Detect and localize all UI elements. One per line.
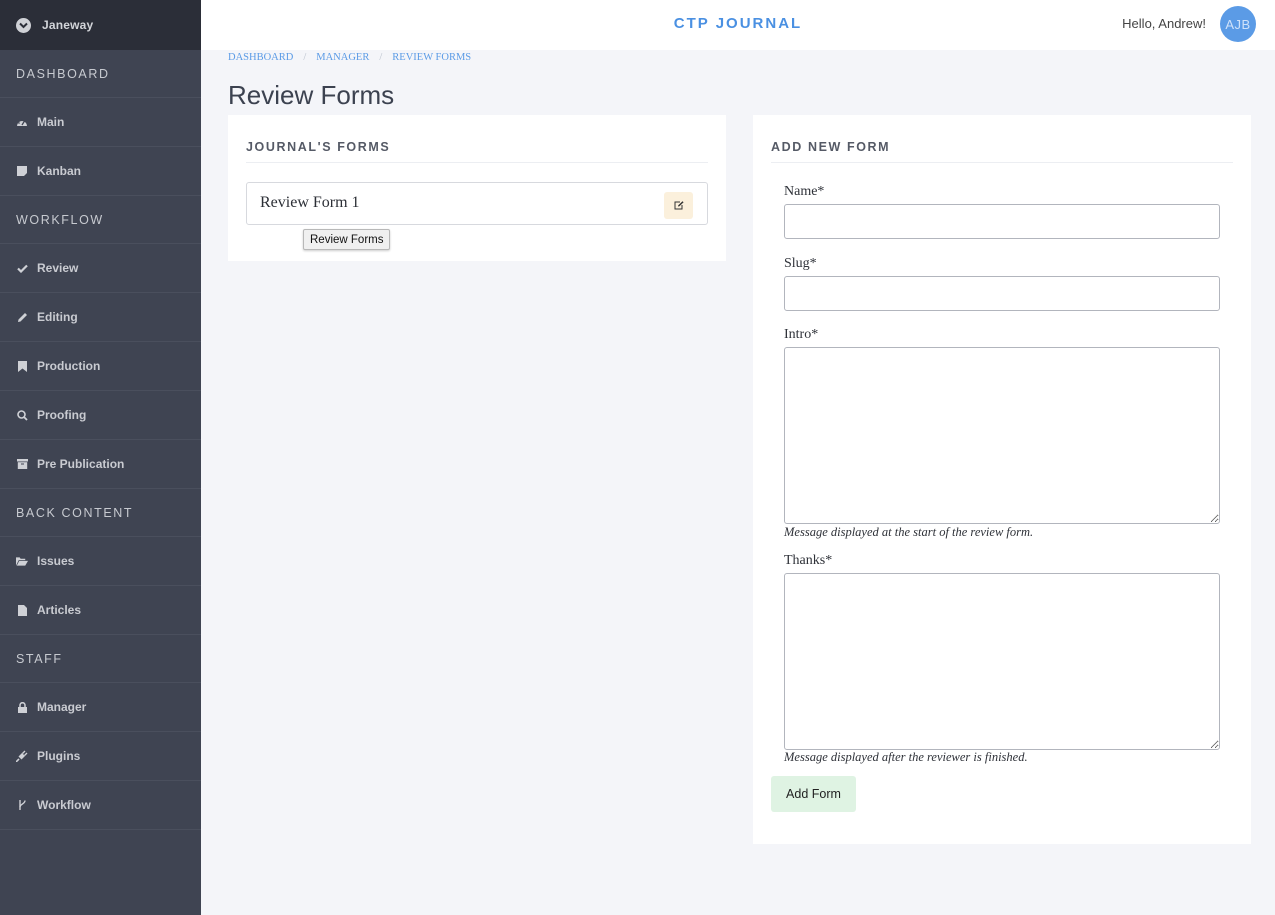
nav-heading-staff: STAFF [0,635,201,683]
folder-open-icon [16,555,28,567]
nav-heading-workflow: WORKFLOW [0,196,201,244]
pencil-icon [16,311,28,323]
breadcrumb-review-forms[interactable]: REVIEW FORMS [392,52,471,63]
thanks-textarea[interactable] [784,573,1220,750]
sidebar-item-label: Editing [37,310,78,324]
add-form-heading: ADD NEW FORM [771,140,1233,163]
check-icon [16,262,28,274]
intro-label: Intro* [784,327,819,342]
sidebar-item-label: Review [37,261,79,275]
slug-label: Slug* [784,256,817,271]
intro-textarea[interactable] [784,347,1220,524]
tooltip: Review Forms [303,229,391,250]
brand-label: Janeway [42,18,94,32]
journal-title[interactable]: CTP JOURNAL [201,15,1275,32]
chevron-circle-down-icon [16,17,31,33]
sidebar-item-issues[interactable]: Issues [0,537,201,586]
journal-forms-heading: JOURNAL'S FORMS [246,140,708,163]
thanks-help-text: Message displayed after the reviewer is … [784,750,1028,764]
nav-heading-dashboard: DASHBOARD [0,50,201,98]
bookmark-icon [16,360,28,372]
name-label: Name* [784,184,825,199]
sticky-note-icon [16,165,28,177]
form-name: Review Form 1 [260,194,360,211]
sidebar-item-plugins[interactable]: Plugins [0,732,201,781]
nav-heading-back-content: BACK CONTENT [0,489,201,537]
sidebar-item-editing[interactable]: Editing [0,293,201,342]
sidebar-item-label: Proofing [37,408,87,422]
topbar: CTP JOURNAL Hello, Andrew! AJB [201,0,1275,50]
name-input[interactable] [784,204,1220,239]
breadcrumb-separator: / [303,52,307,63]
breadcrumb-dashboard[interactable]: DASHBOARD [228,52,293,63]
sidebar-item-pre-publication[interactable]: Pre Publication [0,440,201,489]
file-icon [16,604,28,616]
user-greeting: Hello, Andrew! [1122,16,1206,31]
sidebar-item-proofing[interactable]: Proofing [0,391,201,440]
sidebar: Janeway DASHBOARD Main Kanban WORKFLOW R… [0,0,201,915]
sidebar-item-label: Production [37,359,101,373]
sidebar-item-label: Pre Publication [37,457,125,471]
sidebar-item-manager[interactable]: Manager [0,683,201,732]
thanks-label: Thanks* [784,553,833,568]
search-icon [16,409,28,421]
breadcrumb: DASHBOARD / MANAGER / REVIEW FORMS [228,52,471,63]
sidebar-item-review[interactable]: Review [0,244,201,293]
page-title: Review Forms [228,80,395,110]
sidebar-item-workflow[interactable]: Workflow [0,781,201,830]
sidebar-item-kanban[interactable]: Kanban [0,147,201,196]
list-item: Review Form 1 [246,182,708,225]
intro-help-text: Message displayed at the start of the re… [784,525,1034,539]
breadcrumb-separator: / [379,52,383,63]
sidebar-item-label: Articles [37,603,82,617]
code-fork-icon [16,799,28,811]
sidebar-item-label: Issues [37,554,75,568]
slug-input[interactable] [784,276,1220,311]
sidebar-brand[interactable]: Janeway [0,0,201,50]
lock-icon [16,701,28,713]
avatar[interactable]: AJB [1220,6,1256,42]
edit-icon [674,197,684,215]
plug-icon [16,750,28,762]
add-form-panel: ADD NEW FORM Name* Slug* Intro* Message … [753,115,1251,844]
journal-forms-panel: JOURNAL'S FORMS Review Form 1 Review For… [228,115,726,261]
sidebar-item-main[interactable]: Main [0,98,201,147]
breadcrumb-manager[interactable]: MANAGER [316,52,369,63]
sidebar-item-label: Manager [37,700,87,714]
sidebar-item-label: Workflow [37,798,91,812]
sidebar-item-production[interactable]: Production [0,342,201,391]
archive-icon [16,458,28,470]
sidebar-item-label: Plugins [37,749,81,763]
sidebar-item-label: Main [37,115,65,129]
sidebar-item-label: Kanban [37,164,82,178]
sidebar-item-articles[interactable]: Articles [0,586,201,635]
tachometer-icon [16,116,28,128]
edit-form-button[interactable] [664,192,693,219]
add-form-button[interactable]: Add Form [771,776,856,812]
